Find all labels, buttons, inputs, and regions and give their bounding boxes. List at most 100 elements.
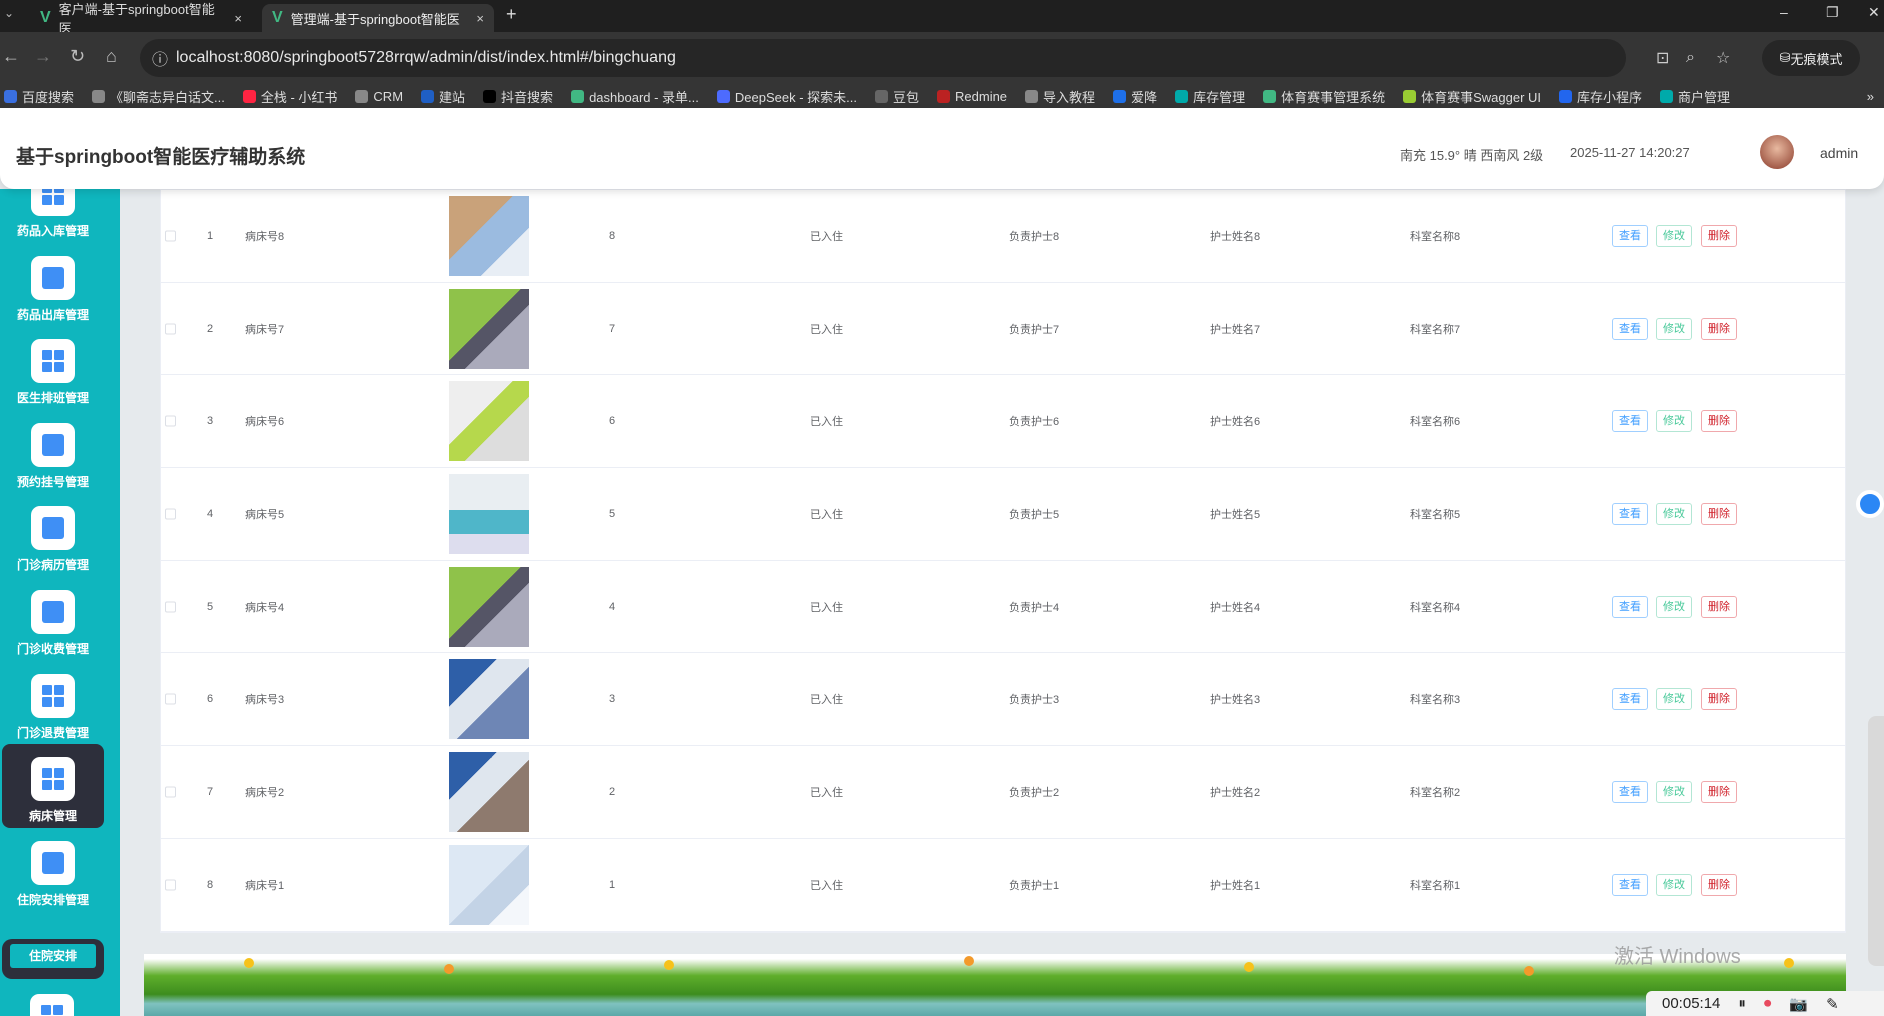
username[interactable]: admin [1820, 145, 1858, 161]
avatar[interactable] [1760, 135, 1794, 169]
edit-button[interactable]: 修改 [1656, 224, 1692, 247]
sidebar-item[interactable]: 药品入库管理 [2, 189, 104, 243]
bookmark-item[interactable]: 商户管理 [1660, 87, 1730, 106]
restore-button[interactable]: ❐ [1826, 4, 1839, 21]
pause-icon[interactable]: ⏸ [1738, 995, 1746, 1012]
site-info-icon[interactable]: ⓘ [152, 46, 168, 70]
translate-icon[interactable]: ⊡ [1656, 48, 1669, 68]
edit-button[interactable]: 修改 [1656, 781, 1692, 804]
close-tab-icon[interactable]: × [476, 11, 484, 26]
bookmark-item[interactable]: 全栈 - 小红书 [242, 87, 337, 106]
delete-button[interactable]: 删除 [1701, 781, 1737, 804]
close-window-button[interactable]: ✕ [1868, 4, 1880, 21]
row-checkbox[interactable] [165, 508, 176, 520]
close-tab-icon[interactable]: × [234, 11, 242, 26]
sidebar-item[interactable]: 门诊退费管理 [2, 661, 104, 745]
minimize-button[interactable]: – [1780, 4, 1788, 20]
reload-icon[interactable]: ↻ [70, 46, 85, 67]
responsible-nurse: 负责护士1 [1009, 879, 1060, 892]
tab-admin[interactable]: V 管理端-基于springboot智能医 × [262, 4, 494, 32]
view-button[interactable]: 查看 [1612, 873, 1648, 896]
row-checkbox[interactable] [165, 601, 176, 613]
grid-icon[interactable] [30, 994, 74, 1016]
view-button[interactable]: 查看 [1612, 688, 1648, 711]
row-checkbox[interactable] [165, 323, 176, 335]
forward-icon[interactable]: → [34, 46, 52, 67]
more-bookmarks-icon[interactable]: » [1867, 89, 1874, 104]
row-checkbox[interactable] [165, 230, 176, 242]
delete-button[interactable]: 删除 [1701, 595, 1737, 618]
incognito-label: 无痕模式 [1790, 51, 1843, 67]
row-checkbox[interactable] [165, 879, 176, 891]
row-index: 6 [207, 693, 214, 706]
edit-button[interactable]: 修改 [1656, 410, 1692, 433]
bookmark-item[interactable]: 《聊斋志异白话文... [92, 87, 225, 106]
bookmark-item[interactable]: 导入教程 [1025, 87, 1095, 106]
row-checkbox[interactable] [165, 693, 176, 705]
edit-button[interactable]: 修改 [1656, 502, 1692, 525]
bookmark-item[interactable]: 体育赛事管理系统 [1263, 87, 1385, 106]
camera-icon[interactable]: 📷 [1789, 995, 1808, 1013]
home-icon[interactable]: ⌂ [106, 46, 117, 67]
delete-button[interactable]: 删除 [1701, 688, 1737, 711]
pencil-icon[interactable]: ✎ [1826, 995, 1839, 1013]
clipboard-icon [31, 506, 75, 551]
side-toolbar[interactable] [1868, 716, 1884, 966]
bed-name: 病床号8 [245, 230, 285, 243]
bookmark-item[interactable]: 百度搜索 [4, 87, 74, 106]
bookmark-label: 库存小程序 [1577, 89, 1643, 105]
view-button[interactable]: 查看 [1612, 224, 1648, 247]
back-icon[interactable]: ← [2, 46, 20, 67]
bookmark-item[interactable]: 建站 [421, 87, 465, 106]
bookmark-item[interactable]: CRM [355, 89, 403, 104]
delete-button[interactable]: 删除 [1701, 317, 1737, 340]
edit-button[interactable]: 修改 [1656, 317, 1692, 340]
tab-client[interactable]: V 客户端-基于springboot智能医 × [30, 2, 252, 36]
delete-button[interactable]: 删除 [1701, 873, 1737, 896]
bookmark-item[interactable]: 豆包 [875, 87, 919, 106]
delete-button[interactable]: 删除 [1701, 410, 1737, 433]
grid-icon [31, 339, 75, 384]
sidebar-item[interactable]: 病床管理 [2, 744, 104, 829]
sidebar-item[interactable]: 门诊收费管理 [2, 577, 104, 661]
sidebar-item[interactable]: 药品出库管理 [2, 243, 104, 327]
edit-button[interactable]: 修改 [1656, 873, 1692, 896]
sidebar-item[interactable]: 住院安排管理 [2, 828, 104, 912]
bookmark-item[interactable]: 抖音搜索 [483, 87, 553, 106]
sidebar-item[interactable]: 医生排班管理 [2, 326, 104, 410]
view-button[interactable]: 查看 [1612, 410, 1648, 433]
stop-record-icon[interactable]: ⏺ [1764, 995, 1772, 1012]
view-button[interactable]: 查看 [1612, 781, 1648, 804]
zoom-icon[interactable]: ⌕ [1686, 49, 1695, 67]
bookmark-item[interactable]: 爱降 [1113, 87, 1157, 106]
nurse-name: 护士姓名5 [1210, 508, 1261, 521]
view-button[interactable]: 查看 [1612, 502, 1648, 525]
responsible-nurse: 负责护士8 [1009, 230, 1060, 243]
delete-button[interactable]: 删除 [1701, 224, 1737, 247]
edit-button[interactable]: 修改 [1656, 595, 1692, 618]
floating-assistant-icon[interactable] [1856, 490, 1884, 518]
view-button[interactable]: 查看 [1612, 317, 1648, 340]
sidebar-subitem[interactable]: 住院安排 [2, 939, 104, 979]
bookmark-item[interactable]: 库存管理 [1175, 87, 1245, 106]
edit-button[interactable]: 修改 [1656, 688, 1692, 711]
bookmark-item[interactable]: Redmine [937, 89, 1007, 104]
bookmark-icon [1025, 89, 1039, 103]
bookmark-item[interactable]: dashboard - 录单... [571, 87, 699, 106]
delete-button[interactable]: 删除 [1701, 502, 1737, 525]
row-checkbox[interactable] [165, 415, 176, 427]
sidebar-item[interactable]: 门诊病历管理 [2, 493, 104, 577]
bookmark-item[interactable]: 库存小程序 [1559, 87, 1642, 106]
new-tab-button[interactable]: + [506, 4, 517, 25]
bookmark-star-icon[interactable]: ☆ [1716, 48, 1730, 68]
windows-activation-watermark: 激活 Windows [1614, 946, 1741, 968]
bookmark-label: 商户管理 [1678, 89, 1731, 105]
bookmark-item[interactable]: 体育赛事Swagger UI [1403, 87, 1541, 106]
url-input[interactable]: ⓘ localhost:8080/springboot5728rrqw/admin… [140, 39, 1730, 77]
view-button[interactable]: 查看 [1612, 595, 1648, 618]
bookmark-item[interactable]: DeepSeek - 探索未... [716, 87, 857, 106]
row-checkbox[interactable] [165, 786, 176, 798]
sidebar-item[interactable]: 预约挂号管理 [2, 410, 104, 494]
incognito-badge[interactable]: ⛁ 无痕模式 [1762, 40, 1860, 76]
tab-list-icon[interactable]: ⌄ [4, 6, 14, 20]
